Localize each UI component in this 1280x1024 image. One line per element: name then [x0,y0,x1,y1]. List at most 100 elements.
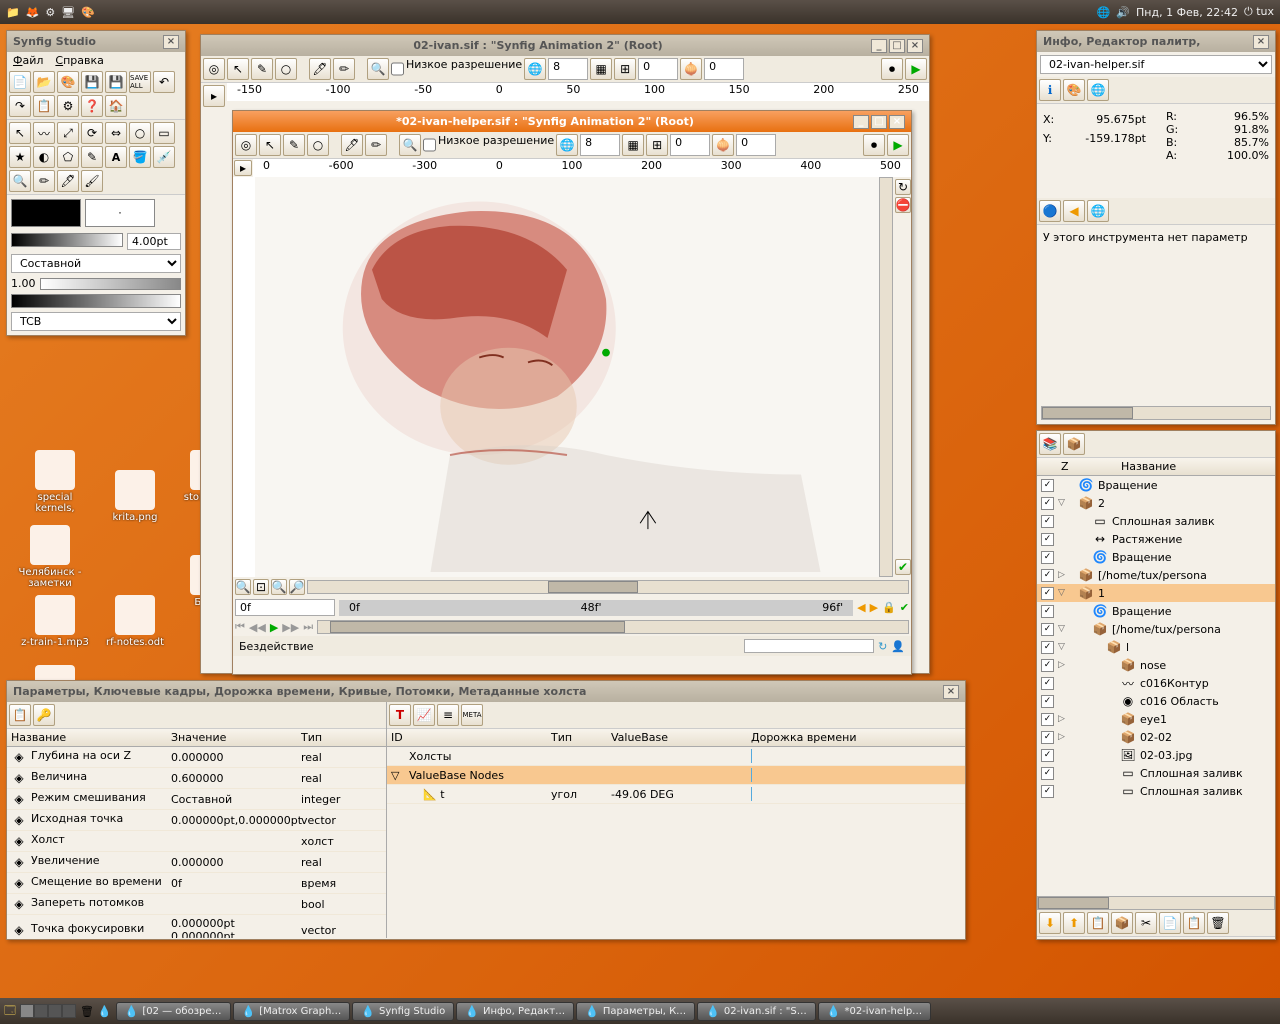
draw-tool[interactable]: ✏ [33,170,55,192]
taskbar-button[interactable]: 💧[Matrox Graph… [233,1002,351,1021]
grid-icon[interactable]: ▦ [622,134,644,156]
key-tab[interactable]: 🔑 [33,704,55,726]
close-icon[interactable]: × [1253,35,1269,49]
layer-row[interactable]: ✓🌀Вращение [1037,476,1275,494]
layer-group-button[interactable]: 📦 [1111,912,1133,934]
canvas1-titlebar[interactable]: 02-ivan.sif : "Synfig Animation 2" (Root… [201,35,929,56]
maximize-icon[interactable]: □ [871,115,887,129]
gradient-swatch[interactable] [11,233,123,247]
layer-row[interactable]: ✓▭Сплошная заливк [1037,782,1275,800]
grid-icon[interactable]: ⊞ [646,134,668,156]
close-icon[interactable]: × [943,685,959,699]
app-icon[interactable]: 💧 [98,1005,112,1018]
scrollbar-h[interactable] [307,580,909,594]
desktop-icon[interactable]: z-train-1.mp3 [20,595,90,648]
layer-row[interactable]: ✓▷📦eye1 [1037,710,1275,728]
param-row[interactable]: ◈Исходная точка0.000000pt,0.000000ptvect… [7,810,386,831]
maximize-icon[interactable]: □ [889,39,905,53]
onion-icon[interactable]: 🧅 [712,134,734,156]
param-value[interactable]: 0.000000 [171,751,301,764]
num-spin[interactable]: 0 [736,134,776,156]
tool-button[interactable]: 🔍 [399,134,421,156]
zoom-tool[interactable]: 🔍 [9,170,31,192]
tray-icon[interactable]: 🔊 [1116,6,1130,19]
stop-button[interactable]: ⛔ [895,197,911,213]
fill-tool[interactable]: 🪣 [129,146,151,168]
app-icon[interactable]: 🖥 [61,6,75,19]
keyframe-button[interactable]: ◎ [235,134,257,156]
palette-button[interactable]: 🎨 [57,71,79,93]
tool-button[interactable]: 🌐 [524,58,546,80]
params-tab[interactable]: 📋 [9,704,31,726]
layer-row[interactable]: ✓▽📦1 [1037,584,1275,602]
param-row[interactable]: ◈Точка фокусировки0.000000pt 0.000000ptv… [7,915,386,938]
taskbar-button[interactable]: 💧Synfig Studio [352,1002,454,1021]
layer-visible-check[interactable]: ✓ [1041,659,1054,672]
nav-tab[interactable]: 🌐 [1087,79,1109,101]
save-all-button[interactable]: SAVE ALL [129,71,151,93]
tool-button[interactable]: ↖ [227,58,249,80]
saveas-button[interactable]: 💾 [105,71,127,93]
animate-icon[interactable]: 👤 [891,640,905,653]
layer-row[interactable]: ✓▽📦[/home/tux/persona [1037,620,1275,638]
file-select[interactable]: 02-ivan-helper.sif [1040,55,1272,74]
tool-button[interactable]: 📋 [33,95,55,117]
desktop-icon[interactable]: special kernels, [20,450,90,514]
key-row[interactable]: ▽ValueBase Nodes [387,766,965,785]
res-spin[interactable]: 8 [548,58,588,80]
record-button[interactable]: ⏺ [881,58,903,80]
grid-icon[interactable]: ▦ [590,58,612,80]
undo-button[interactable]: ↶ [153,71,175,93]
sketch-tool[interactable]: 🖊 [57,170,79,192]
layer-visible-check[interactable]: ✓ [1041,677,1054,690]
desktop-icon[interactable]: Челябинск - заметки [15,525,85,589]
param-row[interactable]: ◈Холстхолст [7,831,386,852]
check-icon[interactable]: ✔ [900,601,909,614]
bg-color[interactable]: · [85,199,155,227]
canvas-tab[interactable]: 📦 [1063,433,1085,455]
palette-tab[interactable]: 🎨 [1063,79,1085,101]
user-menu[interactable]: ⏻ tux [1244,5,1274,19]
layer-visible-check[interactable]: ✓ [1041,713,1054,726]
new-button[interactable]: 📄 [9,71,31,93]
layer-row[interactable]: ✓🖼02-03.jpg [1037,746,1275,764]
time-input[interactable] [235,599,335,616]
expand-icon[interactable]: ▽ [1058,642,1070,652]
zoom-100-button[interactable]: 🔍 [271,579,287,595]
param-row[interactable]: ◈Глубина на оси Z0.000000real [7,747,386,768]
record-button[interactable]: ⏺ [863,134,885,156]
timeline[interactable]: 0f48f'96f' [339,600,853,616]
taskbar-button[interactable]: 💧Параметры, К… [576,1002,695,1021]
layer-visible-check[interactable]: ✓ [1041,641,1054,654]
expand-icon[interactable]: ▷ [1058,714,1070,724]
param-row[interactable]: ◈Величина0.600000real [7,768,386,789]
open-button[interactable]: 📂 [33,71,55,93]
lowres-check[interactable] [391,58,404,80]
children-tab[interactable]: ≡ [437,704,459,726]
taskbar-button[interactable]: 💧Инфо, Редакт… [456,1002,574,1021]
expand-icon[interactable]: ▽ [391,769,405,782]
canvas2-titlebar[interactable]: *02-ivan-helper.sif : "Synfig Animation … [233,111,911,132]
layer-copy-button[interactable]: 📄 [1159,912,1181,934]
canvas-viewport[interactable] [255,177,879,577]
menu-file[interactable]: Файл [13,54,43,67]
blend-select[interactable]: Составной [11,254,181,273]
tab-button[interactable]: 🌐 [1087,200,1109,222]
onion-icon[interactable]: 🧅 [680,58,702,80]
width-tool[interactable]: 🖌 [81,170,103,192]
layer-row[interactable]: ✓▭Сплошная заливк [1037,764,1275,782]
param-value[interactable]: 0f [171,877,301,890]
param-value[interactable]: 0.000000pt 0.000000pt [171,917,301,938]
circle-tool[interactable]: ○ [129,122,151,144]
clock[interactable]: Пнд, 1 Фев, 22:42 [1136,6,1238,19]
layer-visible-check[interactable]: ✓ [1041,587,1054,600]
layer-row[interactable]: ✓▷📦02-02 [1037,728,1275,746]
num-spin[interactable]: 0 [638,58,678,80]
close-icon[interactable]: × [163,35,179,49]
opacity-slider[interactable] [40,278,182,290]
meta-tab[interactable]: META [461,704,483,726]
layer-row[interactable]: ✓▷📦nose [1037,656,1275,674]
layer-visible-check[interactable]: ✓ [1041,731,1054,744]
nav-icon[interactable]: ◀ [857,601,865,614]
play-button[interactable]: ▶ [887,134,909,156]
